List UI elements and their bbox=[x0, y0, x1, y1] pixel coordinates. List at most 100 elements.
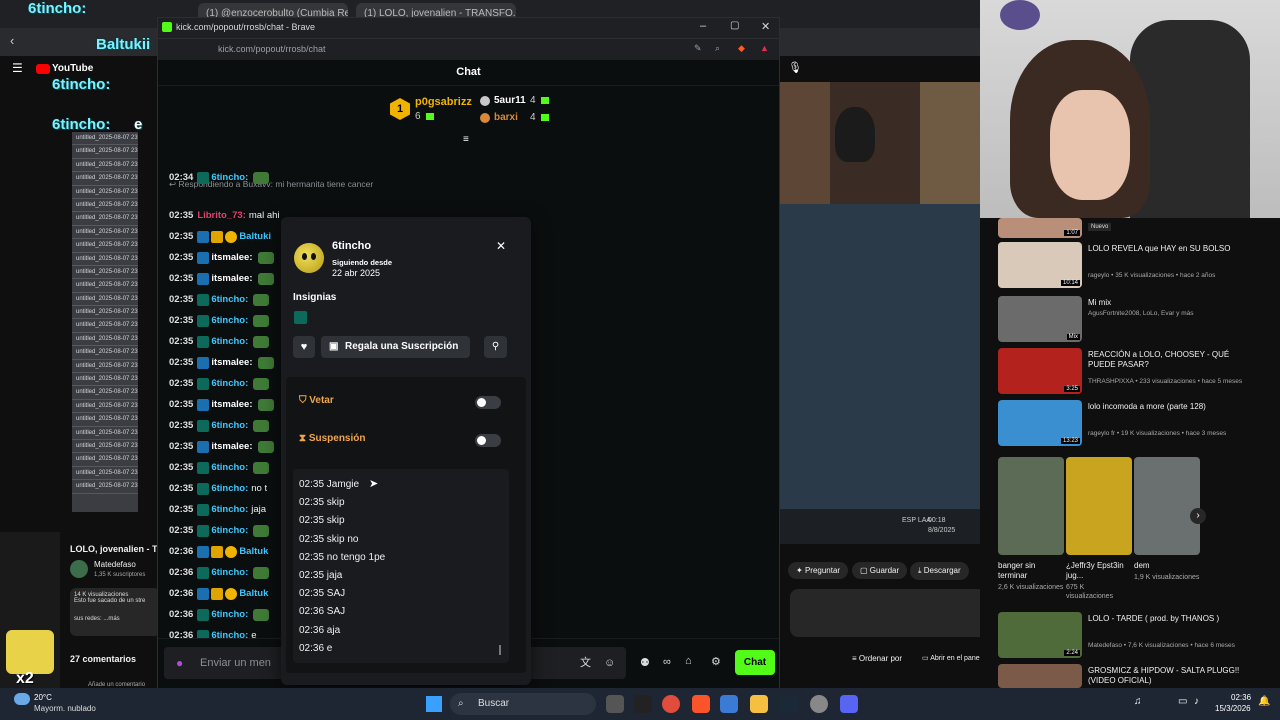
windows-start-icon[interactable] bbox=[426, 696, 442, 712]
store-icon[interactable] bbox=[720, 695, 738, 713]
chat-message[interactable]: 02:35 6tincho: no t bbox=[169, 480, 267, 498]
back-icon[interactable]: ‹ bbox=[10, 33, 14, 48]
history-scrollbar[interactable] bbox=[499, 645, 501, 655]
mute-user-button[interactable]: ⚲ bbox=[484, 336, 507, 358]
file-row[interactable]: untitled_2025-08-07 23... bbox=[72, 306, 138, 320]
description-box[interactable] bbox=[790, 589, 990, 637]
file-row[interactable]: untitled_2025-08-07 23... bbox=[72, 212, 138, 226]
close-card-icon[interactable]: ✕ bbox=[496, 239, 506, 253]
chat-message[interactable]: 02:36 6tincho: bbox=[169, 564, 270, 582]
network-icon[interactable]: ▭ bbox=[1178, 696, 1187, 707]
file-row[interactable]: untitled_2025-08-07 23... bbox=[72, 467, 138, 481]
file-row[interactable]: untitled_2025-08-07 23... bbox=[72, 132, 138, 146]
url-bar[interactable]: kick.com/popout/rrosb/chat ✎ ⌕ ◆ ▲ bbox=[158, 38, 779, 60]
epic-games-icon[interactable] bbox=[634, 695, 652, 713]
minimize-icon[interactable]: – bbox=[700, 20, 706, 32]
chat-message[interactable]: 02:35 itsmalee: bbox=[169, 354, 274, 372]
chat-message[interactable]: 02:36 6tincho: e bbox=[169, 627, 257, 638]
message-username[interactable]: 6tincho: bbox=[211, 522, 248, 540]
message-username[interactable]: Baltuk bbox=[239, 585, 268, 603]
chat-message[interactable]: 02:35 6tincho: bbox=[169, 522, 270, 540]
steam-icon[interactable] bbox=[780, 695, 798, 713]
message-username[interactable]: 6tincho: bbox=[211, 291, 248, 309]
chat-message[interactable]: 02:35 6tincho: bbox=[169, 459, 270, 477]
emoji-icon[interactable]: ☺ bbox=[604, 647, 615, 679]
chat-message[interactable]: 02:35 6tincho: bbox=[169, 291, 270, 309]
brave-shield-icon[interactable]: ◆ bbox=[738, 43, 745, 54]
chrome-icon[interactable] bbox=[662, 695, 680, 713]
store-icon[interactable]: ⌂ bbox=[685, 655, 692, 667]
file-row[interactable]: untitled_2025-08-07 23... bbox=[72, 239, 138, 253]
chat-message[interactable]: 02:36 Baltuk bbox=[169, 543, 271, 561]
weather-temp[interactable]: 20°C bbox=[34, 693, 52, 702]
file-row[interactable]: untitled_2025-08-07 23... bbox=[72, 159, 138, 173]
edit-icon[interactable]: ✎ bbox=[694, 43, 702, 54]
collapse-icon[interactable]: ≡ bbox=[463, 134, 469, 145]
message-username[interactable]: itsmalee: bbox=[211, 354, 252, 372]
file-row[interactable]: untitled_2025-08-07 23... bbox=[72, 333, 138, 347]
gifter-name[interactable]: 5aur11 bbox=[494, 95, 526, 106]
message-username[interactable]: 6tincho: bbox=[211, 501, 248, 519]
chat-message[interactable]: 02:35 6tincho: bbox=[169, 333, 270, 351]
notification-icon[interactable]: 🔔 bbox=[1258, 696, 1270, 707]
file-row[interactable]: untitled_2025-08-07 23... bbox=[72, 186, 138, 199]
message-username[interactable]: 6tincho: bbox=[211, 459, 248, 477]
description-snippet[interactable]: 14 K visualizaciones Esto fue sacado de … bbox=[70, 588, 160, 636]
message-username[interactable]: itsmalee: bbox=[211, 270, 252, 288]
file-row[interactable]: untitled_2025-08-07 23... bbox=[72, 266, 138, 280]
message-username[interactable]: 6tincho: bbox=[211, 606, 248, 624]
maximize-icon[interactable]: ▢ bbox=[730, 20, 739, 31]
message-username[interactable]: 6tincho: bbox=[211, 627, 248, 638]
chat-send-button[interactable]: Chat bbox=[735, 650, 775, 675]
translate-icon[interactable]: 文 bbox=[580, 647, 591, 679]
chat-message[interactable]: 02:35 Librito_73: mal ahi bbox=[169, 207, 280, 225]
message-username[interactable]: Baltuk bbox=[239, 543, 268, 561]
save-button[interactable]: ▢ Guardar bbox=[852, 562, 908, 579]
file-row[interactable]: untitled_2025-08-07 23... bbox=[72, 145, 138, 159]
file-row[interactable]: untitled_2025-08-07 23... bbox=[72, 480, 138, 494]
follow-heart-button[interactable]: ♥ bbox=[293, 336, 315, 358]
rec-item[interactable]: 13:23 lolo incomoda a more (parte 128) r… bbox=[998, 400, 1278, 448]
file-row[interactable]: untitled_2025-08-07 23... bbox=[72, 319, 138, 333]
message-username[interactable]: 6tincho: bbox=[211, 375, 248, 393]
file-row[interactable]: untitled_2025-08-07 23... bbox=[72, 400, 138, 414]
volume-icon[interactable]: ♪ bbox=[1194, 696, 1199, 707]
video-player-top[interactable] bbox=[780, 82, 980, 204]
message-username[interactable]: 6tincho: bbox=[211, 333, 248, 351]
file-row[interactable]: untitled_2025-08-07 23... bbox=[72, 373, 138, 387]
users-icon[interactable]: ⚉ bbox=[640, 656, 650, 669]
chat-message[interactable]: 02:34 6tincho: bbox=[169, 169, 270, 187]
ban-row[interactable]: ⛉ Vetar bbox=[299, 395, 334, 406]
timeout-row[interactable]: ⧗ Suspensión bbox=[299, 433, 366, 444]
file-row[interactable]: untitled_2025-08-07 23... bbox=[72, 440, 138, 454]
rec-item[interactable]: 10:14 LOLO REVELA que HAY en SU BOLSO ra… bbox=[998, 242, 1278, 290]
chat-message[interactable]: 02:36 Baltuk bbox=[169, 585, 271, 603]
infinity-icon[interactable]: ∞ bbox=[663, 656, 671, 668]
file-row[interactable]: untitled_2025-08-07 23... bbox=[72, 346, 138, 360]
message-username[interactable]: itsmalee: bbox=[211, 438, 252, 456]
chat-message[interactable]: 02:36 6tincho: bbox=[169, 606, 270, 624]
file-row[interactable]: untitled_2025-08-07 23... bbox=[72, 253, 138, 266]
gift-subscription-button[interactable]: ▣ Regala una Suscripción bbox=[321, 336, 470, 358]
chat-message[interactable]: 02:35 6tincho: bbox=[169, 375, 270, 393]
sort-button[interactable]: ≡ Ordenar por bbox=[852, 654, 902, 663]
video-player-lower[interactable]: ESP LAA 00:18 8/8/2025 bbox=[780, 204, 980, 544]
message-username[interactable]: 6tincho: bbox=[211, 417, 248, 435]
channel-name[interactable]: Matedefaso bbox=[94, 560, 136, 569]
ban-toggle[interactable] bbox=[475, 396, 501, 409]
download-button[interactable]: ⤓ Descargar bbox=[910, 562, 969, 580]
chat-message[interactable]: 02:35 6tincho: bbox=[169, 312, 270, 330]
gifter-name[interactable]: barxi bbox=[494, 112, 518, 123]
ask-button[interactable]: ✦ Preguntar bbox=[788, 562, 849, 579]
brave-rewards-icon[interactable]: ▲ bbox=[760, 43, 769, 53]
mic-icon[interactable]: ● bbox=[176, 647, 183, 679]
chat-message[interactable]: 02:35 itsmalee: bbox=[169, 438, 274, 456]
chat-message[interactable]: 02:35 6tincho: bbox=[169, 417, 270, 435]
file-row[interactable]: untitled_2025-08-07 23... bbox=[72, 386, 138, 400]
rec-item[interactable]: Mix Mi mix AgusFortnite2008, LoLo, Evar … bbox=[998, 296, 1278, 344]
shelf-item[interactable]: ¿Jeffr3y Epst3in jug... 675 K visualizac… bbox=[1066, 457, 1132, 601]
file-row[interactable]: untitled_2025-08-07 23... bbox=[72, 360, 138, 374]
open-panel-button[interactable]: ▭ Abrir en el panel bbox=[922, 654, 981, 662]
chat-message[interactable]: 02:35 6tincho: jaja bbox=[169, 501, 266, 519]
rec-item[interactable]: GROSMICZ & HIPDOW - SALTA PLUGG!! (VIDEO… bbox=[998, 664, 1278, 688]
